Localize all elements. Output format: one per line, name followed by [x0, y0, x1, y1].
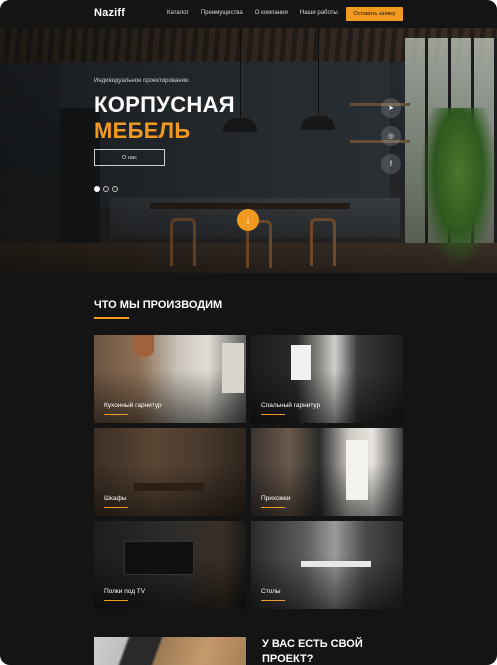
product-card-kitchen[interactable]: Кухонный гарнитур [94, 335, 246, 423]
menu-item-advantages[interactable]: Преимущества [201, 10, 243, 16]
product-image [251, 428, 403, 516]
telegram-icon[interactable]: ➤ [381, 98, 401, 118]
logo[interactable]: Naziff [94, 7, 125, 19]
slider-dot-1[interactable] [94, 186, 100, 192]
main-menu: Каталог Преимущества О компании Наши раб… [167, 10, 338, 16]
products-grid: Кухонный гарнитур Спальный гарнитур Шкаф… [94, 335, 403, 609]
product-label: Шкафы [104, 495, 127, 502]
products-title: ЧТО МЫ ПРОИЗВОДИМ [94, 299, 223, 311]
title-underline [94, 317, 129, 319]
slider-dot-3[interactable] [112, 186, 118, 192]
product-label: Прихожки [261, 495, 291, 502]
product-card-tv-shelves[interactable]: Полки под TV [94, 521, 246, 609]
product-card-bedroom[interactable]: Спальный гарнитур [251, 335, 403, 423]
instagram-icon[interactable]: ◎ [381, 126, 401, 146]
menu-item-about[interactable]: О компании [255, 10, 288, 16]
product-image [251, 335, 403, 423]
product-label: Полки под TV [104, 588, 146, 595]
product-card-hallway[interactable]: Прихожки [251, 428, 403, 516]
product-card-wardrobe[interactable]: Шкафы [94, 428, 246, 516]
project-title: У ВАС ЕСТЬ СВОЙ ПРОЕКТ? [262, 638, 363, 665]
product-label: Спальный гарнитур [261, 402, 321, 409]
hero-section: Индивидуальное проектирование. КОРПУСНАЯ… [0, 28, 497, 273]
product-image [94, 428, 246, 516]
product-label: Столы [261, 588, 281, 595]
leave-request-button[interactable]: Оставить заявку [346, 7, 403, 21]
slider-dot-2[interactable] [103, 186, 109, 192]
product-card-tables[interactable]: Столы [251, 521, 403, 609]
slider-dots [94, 186, 118, 192]
hero-title-accent: МЕБЕЛЬ [94, 118, 191, 143]
about-button[interactable]: О нас [94, 149, 165, 166]
scroll-down-icon[interactable]: ↓ [237, 209, 259, 231]
menu-item-works[interactable]: Наши работы [300, 10, 338, 16]
menu-item-catalog[interactable]: Каталог [167, 10, 189, 16]
project-image [94, 637, 246, 665]
product-label: Кухонный гарнитур [104, 402, 162, 409]
page: Naziff Каталог Преимущества О компании Н… [0, 0, 497, 665]
hero-subtitle: Индивидуальное проектирование. [94, 78, 190, 84]
top-navbar: Naziff Каталог Преимущества О компании Н… [0, 0, 497, 28]
hero-title: КОРПУСНАЯ [94, 92, 235, 117]
facebook-icon[interactable]: f [381, 154, 401, 174]
social-links: ➤ ◎ f [381, 98, 401, 174]
